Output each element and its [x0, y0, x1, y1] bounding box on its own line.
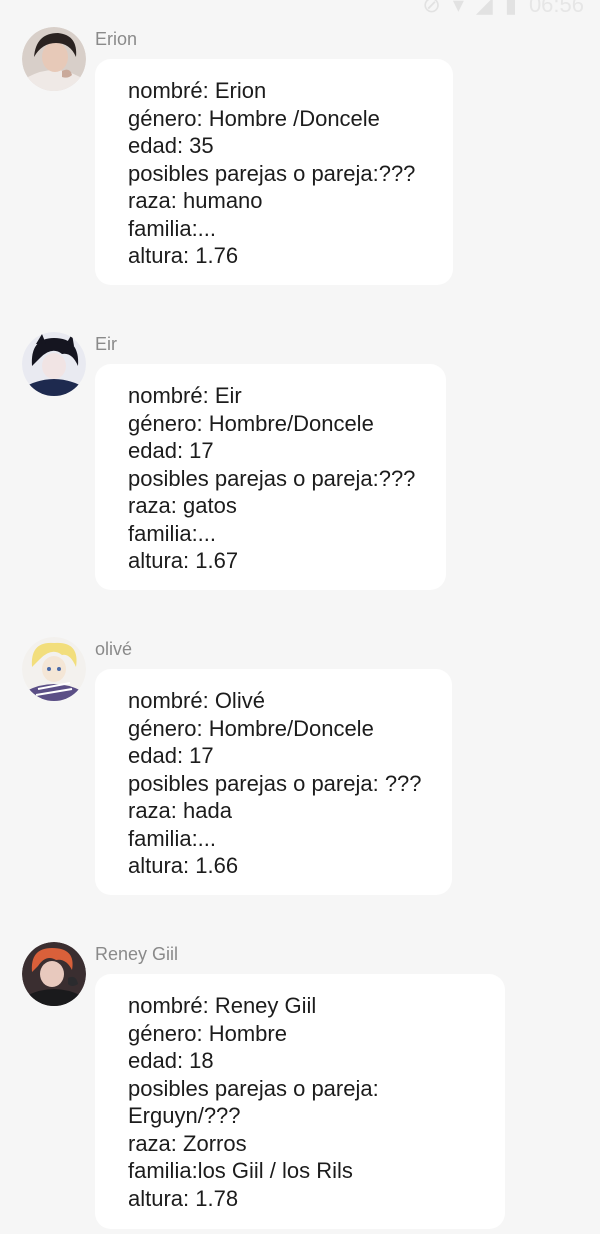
message-bubble[interactable]: nombré: Erion género: Hombre /Doncele ed…: [95, 59, 453, 285]
message-line: altura: 1.67: [128, 548, 239, 573]
message-line: altura: 1.76: [128, 243, 239, 268]
message-line: posibles parejas o pareja:: [128, 1075, 379, 1101]
message-line: género: Hombre /Doncele: [128, 105, 380, 131]
message-bubble[interactable]: nombré: Eir género: Hombre/Doncele edad:…: [95, 364, 446, 590]
message-line: raza: humano: [128, 188, 263, 213]
avatar[interactable]: [22, 637, 86, 701]
sender-name[interactable]: Erion: [95, 29, 137, 50]
sender-name[interactable]: Eir: [95, 334, 117, 355]
message-line: raza: gatos: [128, 493, 237, 518]
message-line: nombré: Eir: [128, 383, 242, 408]
message-line: edad: 17: [128, 743, 214, 768]
message-line: raza: hada: [128, 798, 232, 823]
message-feed[interactable]: Erion nombré: Erion género: Hombre /Donc…: [0, 0, 600, 1234]
message-line: género: Hombre/Doncele: [128, 715, 374, 741]
message-line: edad: 17: [128, 438, 214, 463]
message-line: género: Hombre/Doncele: [128, 410, 374, 436]
message-line: género: Hombre: [128, 1020, 287, 1046]
sender-name[interactable]: Reney Giil: [95, 944, 178, 965]
message-line: posibles parejas o pareja: ???: [128, 770, 422, 796]
message-line: nombré: Reney Giil: [128, 993, 317, 1018]
message-line: nombré: Erion: [128, 78, 267, 103]
sender-name[interactable]: olivé: [95, 639, 132, 660]
message-line: edad: 18: [128, 1048, 214, 1073]
message-line: familia:los Giil / los Rils: [128, 1158, 353, 1183]
message-bubble[interactable]: nombré: Olivé género: Hombre/Doncele eda…: [95, 669, 452, 895]
message-line: Erguyn/???: [128, 1103, 241, 1128]
avatar[interactable]: [22, 942, 86, 1006]
message-line: familia:...: [128, 825, 217, 851]
avatar[interactable]: [22, 27, 86, 91]
message-line: altura: 1.78: [128, 1185, 239, 1211]
message-line: raza: Zorros: [128, 1130, 247, 1156]
avatar[interactable]: [22, 332, 86, 396]
message-line: familia:...: [128, 215, 217, 241]
message-bubble[interactable]: nombré: Reney Giil género: Hombre edad: …: [95, 974, 505, 1229]
message-line: posibles parejas o pareja:???: [128, 160, 416, 186]
message-line: posibles parejas o pareja:???: [128, 465, 416, 491]
message-line: edad: 35: [128, 133, 214, 158]
message-line: altura: 1.66: [128, 853, 239, 878]
message-line: familia:...: [128, 520, 217, 546]
message-line: nombré: Olivé: [128, 688, 265, 713]
